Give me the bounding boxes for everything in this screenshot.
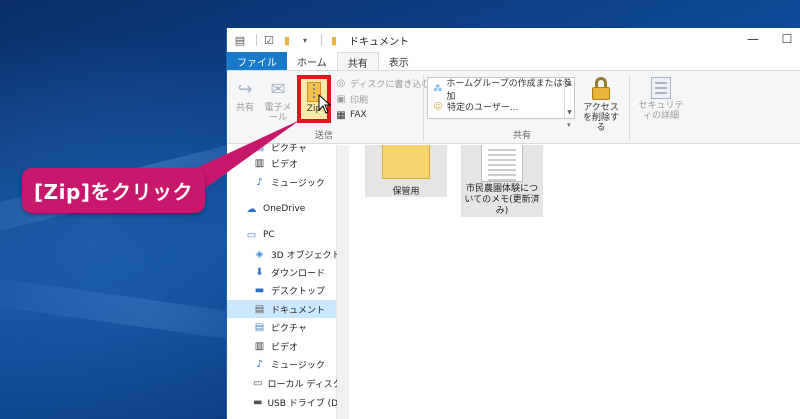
mouse-cursor-icon xyxy=(318,94,332,114)
zip-instruction-callout: [Zip]をクリック xyxy=(22,168,205,213)
callout-text: [Zip]をクリック xyxy=(34,180,193,204)
